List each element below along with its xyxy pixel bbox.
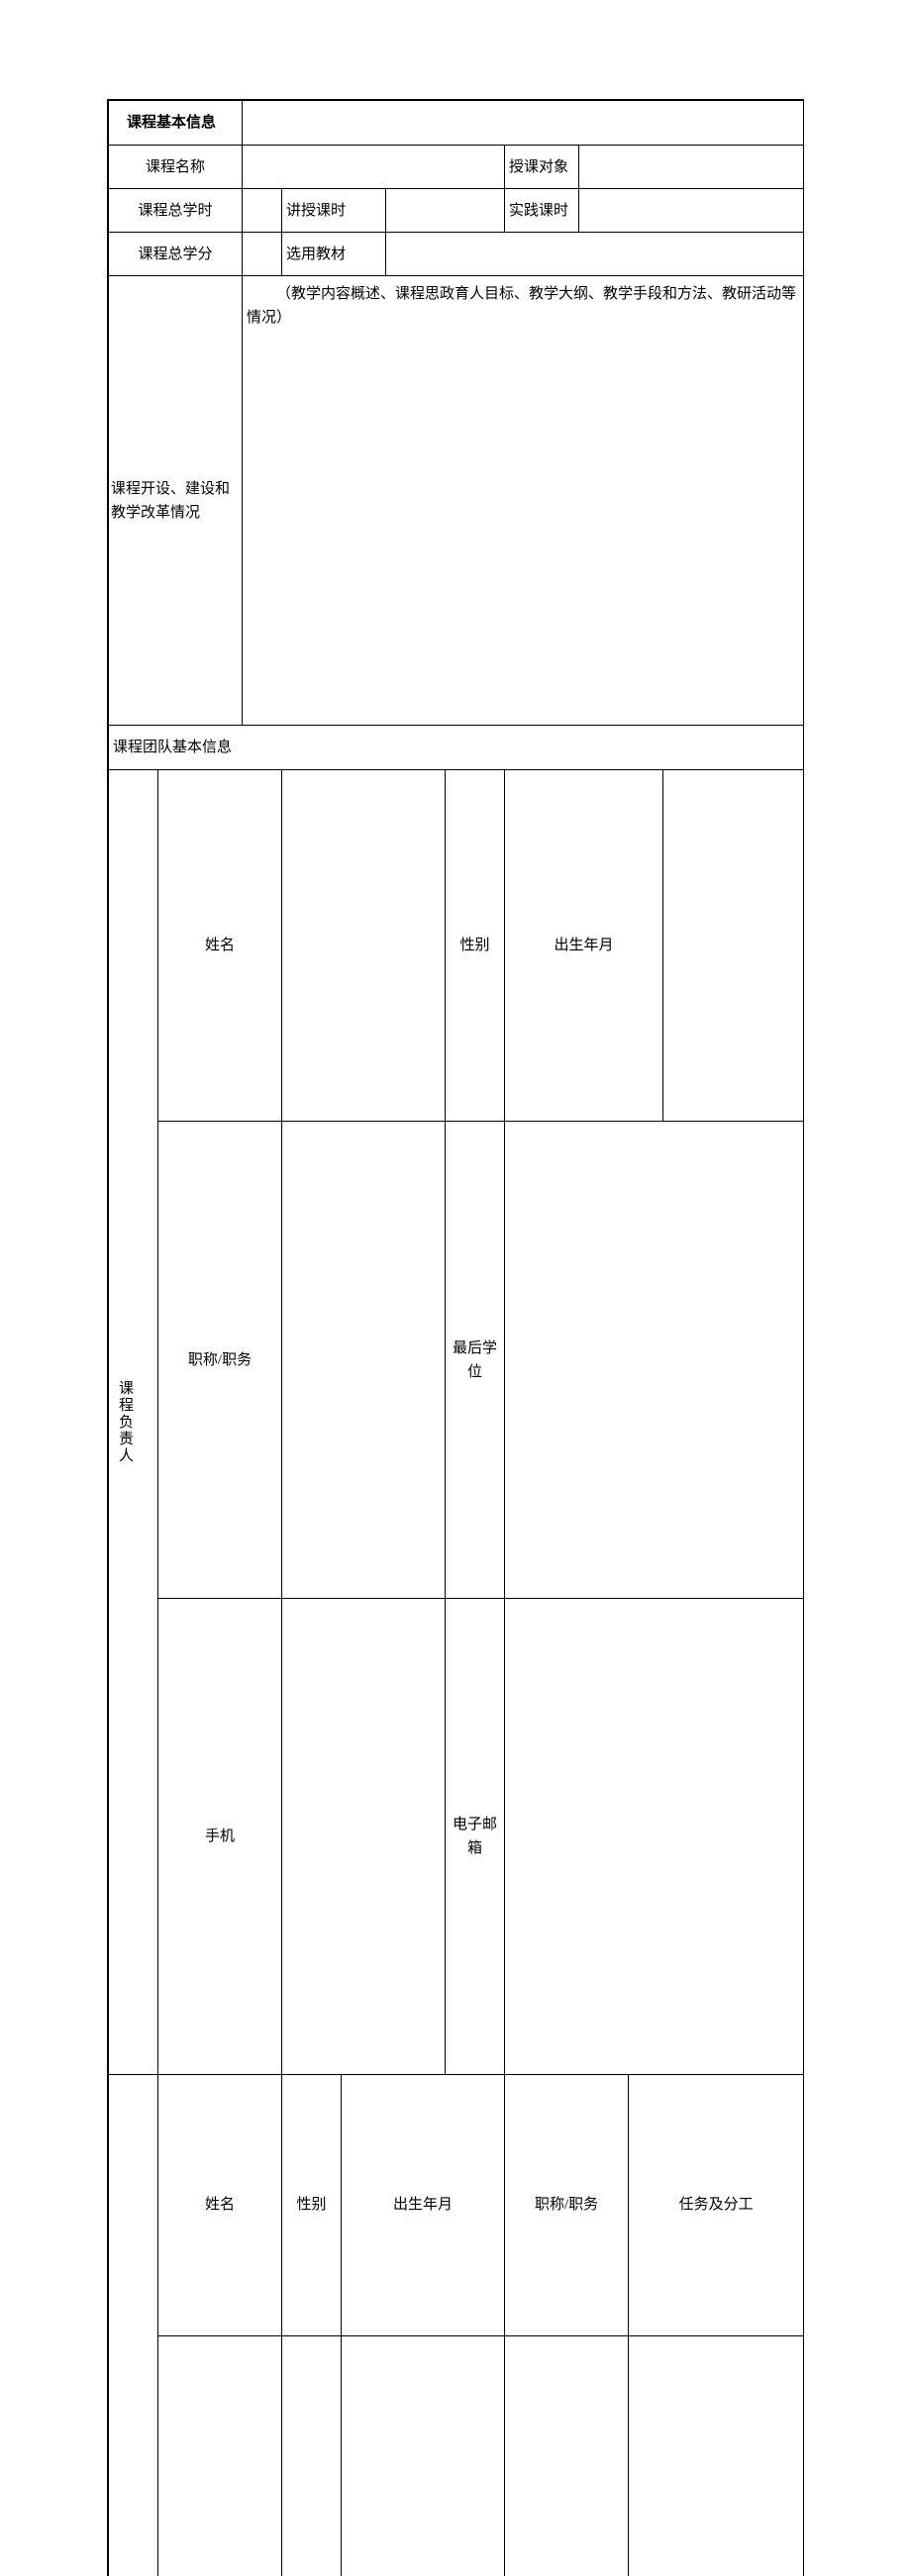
label-leader-email: 电子邮箱 (446, 1598, 505, 2074)
value-total-hours[interactable] (243, 189, 282, 233)
value-leader-phone[interactable] (282, 1598, 446, 2074)
row-construction: 课程开设、建设和教学改革情况 （教学内容概述、课程思政育人目标、教学大纲、教学手… (109, 276, 804, 726)
value-member-1-birth[interactable] (342, 2335, 505, 2576)
label-leader-birth: 出生年月 (505, 770, 663, 1122)
row-total-hours: 课程总学时 讲授课时 实践课时 (109, 189, 804, 233)
label-lecture-hours: 讲授课时 (282, 189, 386, 233)
value-construction[interactable]: （教学内容概述、课程思政育人目标、教学大纲、教学手段和方法、教研活动等情况） (243, 276, 804, 726)
label-total-credits: 课程总学分 (109, 233, 243, 276)
row-leader-3: 手机 电子邮箱 (109, 1598, 804, 2074)
value-total-credits[interactable] (243, 233, 282, 276)
label-practice-hours: 实践课时 (505, 189, 579, 233)
value-member-1-gender[interactable] (282, 2335, 342, 2576)
label-leader-degree: 最后学位 (446, 1122, 505, 1598)
label-leader-name: 姓名 (158, 770, 282, 1122)
label-leader-title: 职称/职务 (158, 1122, 282, 1598)
value-lecture-hours[interactable] (386, 189, 505, 233)
value-leader-title[interactable] (282, 1122, 446, 1598)
value-course-name[interactable] (243, 146, 505, 189)
label-course-name: 课程名称 (109, 146, 243, 189)
label-audience: 授课对象 (505, 146, 579, 189)
value-member-1-name[interactable] (158, 2335, 282, 2576)
section-basic-info: 课程基本信息 (109, 101, 243, 146)
form-container: 课程基本信息 课程名称 授课对象 课程总学时 讲授课时 实践课时 课程总学分 选… (107, 99, 804, 2576)
label-member-task: 任务及分工 (629, 2075, 804, 2336)
row-course-name: 课程名称 授课对象 (109, 146, 804, 189)
construction-hint: （教学内容概述、课程思政育人目标、教学大纲、教学手段和方法、教研活动等情况） (247, 282, 799, 330)
section-team-info: 课程团队基本信息 (109, 726, 804, 770)
section-basic-info-row: 课程基本信息 (109, 101, 804, 146)
value-leader-name[interactable] (282, 770, 446, 1122)
label-total-hours: 课程总学时 (109, 189, 243, 233)
row-leader-1: 课程负责人 姓名 性别 出生年月 (109, 770, 804, 1122)
value-leader-degree[interactable] (505, 1122, 804, 1598)
label-member-birth: 出生年月 (342, 2075, 505, 2336)
row-leader-2: 职称/职务 最后学位 (109, 1122, 804, 1598)
form-table: 课程基本信息 课程名称 授课对象 课程总学时 讲授课时 实践课时 课程总学分 选… (108, 100, 804, 2576)
label-member-title: 职称/职务 (505, 2075, 629, 2336)
row-total-credits: 课程总学分 选用教材 (109, 233, 804, 276)
row-members-header: 课程团队成员 姓名 性别 出生年月 职称/职务 任务及分工 (109, 2075, 804, 2336)
label-member-gender: 性别 (282, 2075, 342, 2336)
row-member-1 (109, 2335, 804, 2576)
label-leader-gender: 性别 (446, 770, 505, 1122)
label-textbook: 选用教材 (282, 233, 386, 276)
section-team-info-row: 课程团队基本信息 (109, 726, 804, 770)
label-leader-group: 课程负责人 (109, 770, 158, 2075)
value-practice-hours[interactable] (579, 189, 804, 233)
label-members-group: 课程团队成员 (109, 2075, 158, 2576)
label-construction: 课程开设、建设和教学改革情况 (109, 276, 243, 726)
value-member-1-title[interactable] (505, 2335, 629, 2576)
value-leader-birth[interactable] (663, 770, 804, 1122)
value-member-1-task[interactable] (629, 2335, 804, 2576)
label-leader-phone: 手机 (158, 1598, 282, 2074)
value-audience[interactable] (579, 146, 804, 189)
section-basic-info-blank (243, 101, 804, 146)
value-leader-email[interactable] (505, 1598, 804, 2074)
value-textbook[interactable] (386, 233, 804, 276)
label-member-name: 姓名 (158, 2075, 282, 2336)
